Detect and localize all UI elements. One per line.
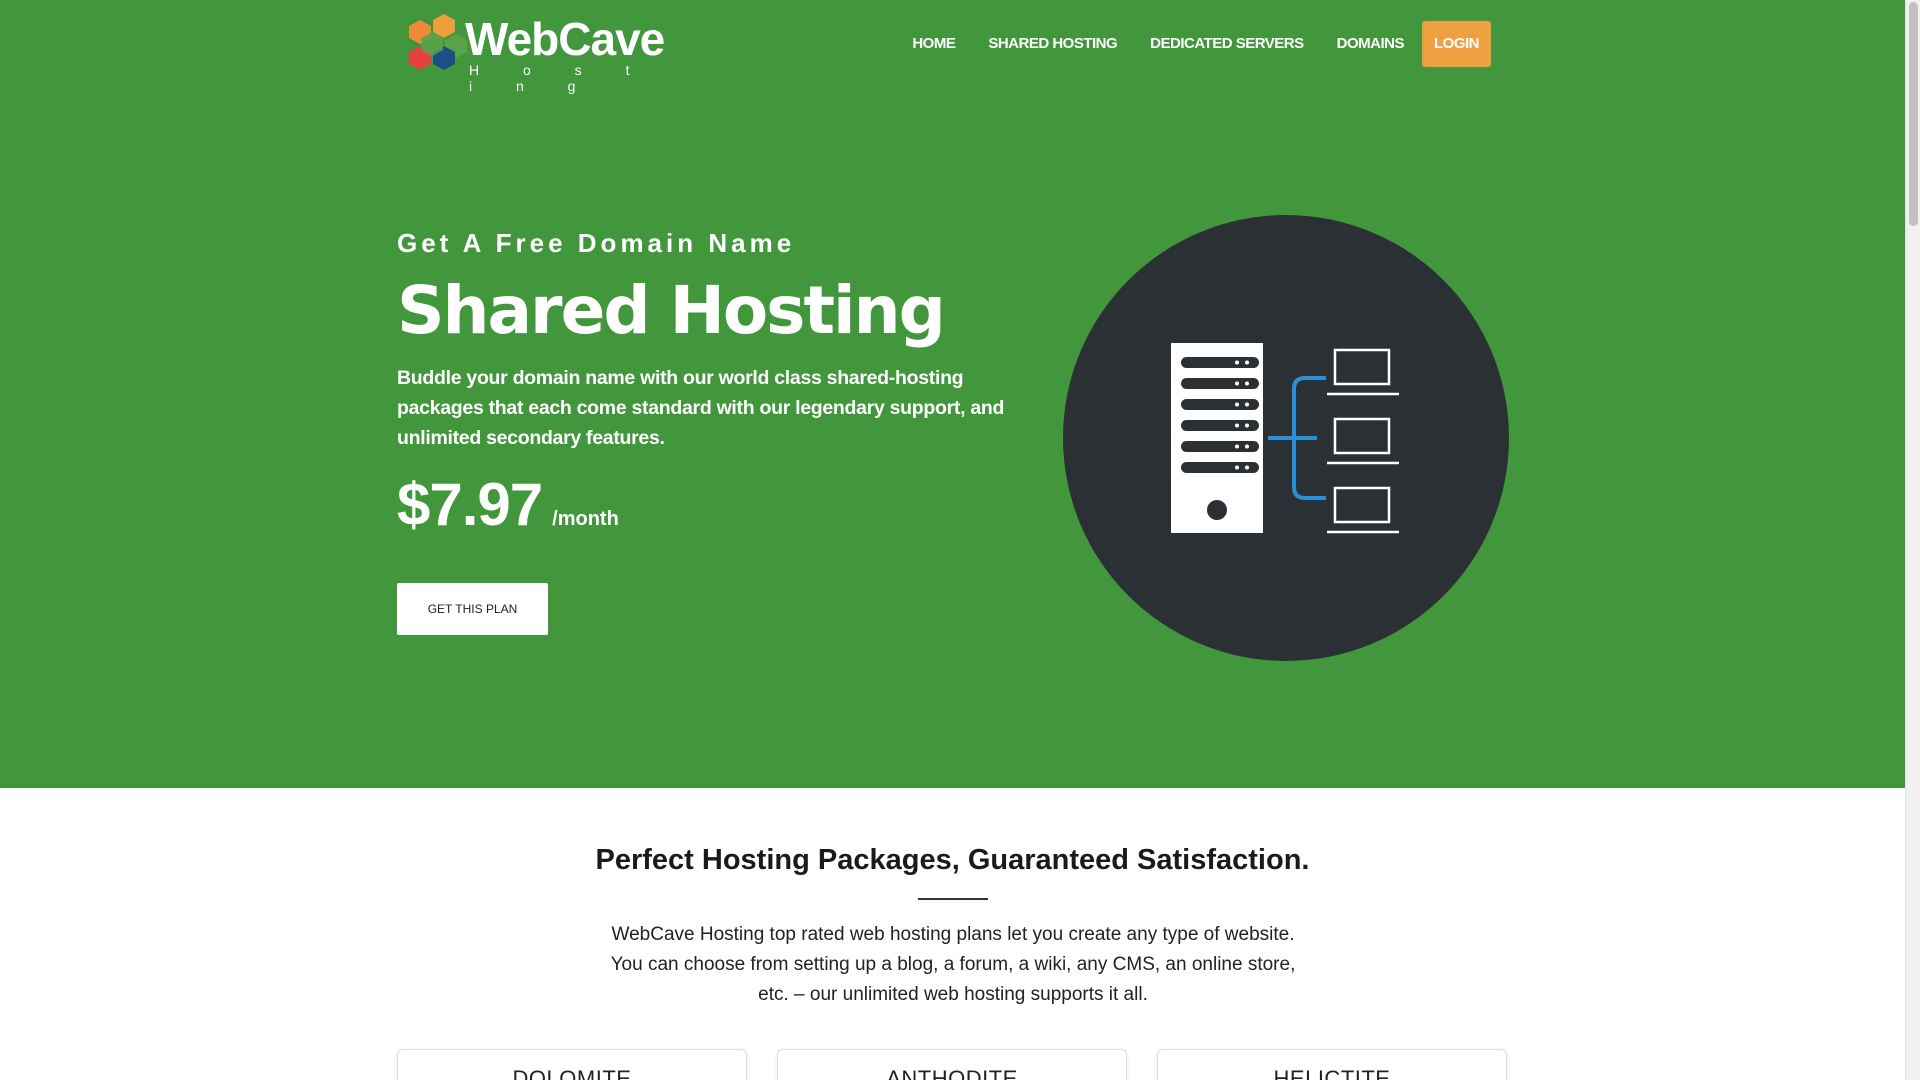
price-period: /month	[552, 508, 619, 530]
section-description: WebCave Hosting top rated web hosting pl…	[610, 924, 1296, 1005]
scrollbar-thumb[interactable]	[1909, 2, 1918, 226]
package-card-dolomite[interactable]: DOLOMITE	[397, 1049, 747, 1080]
package-card-helictite[interactable]: HELICTITE	[1157, 1049, 1507, 1080]
section-divider	[918, 898, 988, 900]
nav-domains[interactable]: DOMAINS	[1337, 21, 1405, 67]
package-card-title: HELICTITE	[1273, 1066, 1391, 1080]
hero-section: WebCave H o s t i n g HOME SHARED HOSTIN…	[0, 0, 1905, 788]
nav-dedicated-servers[interactable]: DEDICATED SERVERS	[1150, 21, 1304, 67]
get-plan-button[interactable]: GET THIS PLAN	[397, 583, 548, 635]
section-title: Perfect Hosting Packages, Guaranteed Sat…	[595, 844, 1310, 876]
login-button[interactable]: LOGIN	[1422, 21, 1491, 67]
price-amount: $7.97	[397, 471, 543, 538]
hero-eyebrow: Get A Free Domain Name	[397, 228, 796, 258]
logo[interactable]: WebCave H o s t i n g	[397, 12, 665, 94]
main-nav: HOME SHARED HOSTING DEDICATED SERVERS DO…	[879, 21, 1491, 67]
nav-shared-hosting[interactable]: SHARED HOSTING	[988, 21, 1117, 67]
package-card-title: DOLOMITE	[512, 1066, 632, 1080]
logo-subtitle: H o s t i n g	[469, 62, 650, 94]
logo-wordmark: WebCave	[465, 13, 665, 65]
page-title: Shared Hosting	[397, 272, 946, 349]
nav-home[interactable]: HOME	[912, 21, 956, 67]
package-card-title: ANTHODITE	[886, 1066, 1018, 1080]
package-card-anthodite[interactable]: ANTHODITE	[777, 1049, 1127, 1080]
server-network-icon	[1063, 215, 1509, 661]
hexagon-logo-icon	[409, 14, 467, 70]
price-block: $7.97/month	[397, 470, 619, 539]
hero-description: Buddle your domain name with our world c…	[397, 367, 1005, 449]
page-scrollbar[interactable]	[1905, 0, 1920, 1080]
